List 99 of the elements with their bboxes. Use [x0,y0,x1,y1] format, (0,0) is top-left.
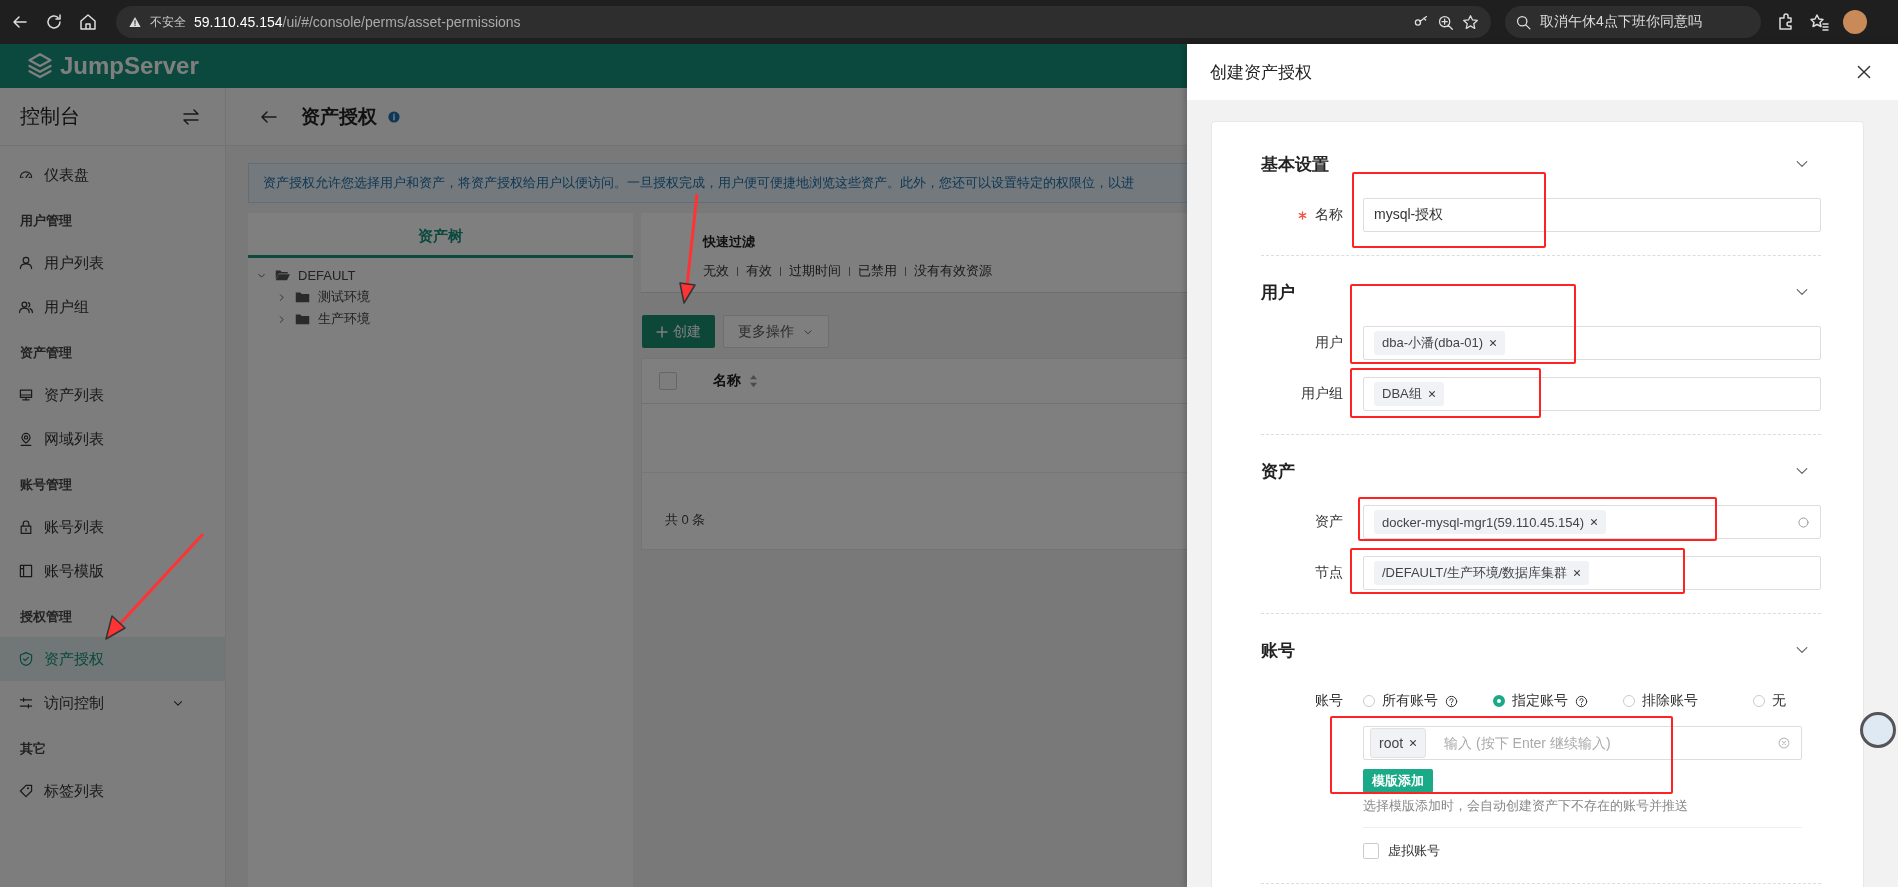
checkbox[interactable] [1363,843,1379,859]
checkbox[interactable] [659,372,677,390]
menu-group-label: 用户管理 [19,212,73,230]
tag-chip[interactable]: dba-小潘(dba-01) [1374,331,1506,355]
profile-avatar[interactable] [1843,10,1867,34]
tag-icon [18,783,34,799]
sidebar-item[interactable]: 资产列表 [0,373,225,417]
drawer-title: 创建资产授权 [1210,61,1312,84]
more-actions-button[interactable]: 更多操作 [723,315,829,348]
section-title: 账号 [1261,639,1295,662]
tag-select-field[interactable]: DBA组 [1363,377,1821,411]
sidebar-item[interactable]: 账号模版 [0,549,225,593]
field-label: 账号 [1315,692,1343,710]
security-label: 不安全 [150,13,186,31]
warning-icon [128,15,142,29]
reload-icon[interactable] [44,12,64,32]
filter-link[interactable]: 有效 [746,262,772,280]
url-text: 59.110.45.154/ui/#/console/perms/asset-permissions [194,14,521,30]
layout-icon [18,563,34,579]
sidebar-item[interactable]: 用户列表 [0,241,225,285]
tree-node[interactable]: 生产环境 [318,310,370,328]
home-icon[interactable] [78,12,98,32]
radio-option[interactable]: 无 [1753,692,1786,710]
tag-select-field[interactable]: docker-mysql-mgr1(59.110.45.154) [1363,505,1821,539]
tree-tab[interactable]: 资产树 [248,213,633,258]
logo-icon [26,52,54,80]
close-icon[interactable] [1856,64,1872,80]
radio-option[interactable]: 排除账号 [1623,692,1753,710]
sidebar-item[interactable]: 仪表盘 [0,153,225,197]
total-count: 共 0 条 [665,511,706,529]
address-bar[interactable]: 不安全 59.110.45.154/ui/#/console/perms/asset-permissions [116,6,1491,38]
star-icon[interactable] [1462,13,1479,31]
menu-group-label: 授权管理 [19,608,73,626]
folder-icon [295,313,310,325]
filter-link[interactable]: 已禁用 [858,262,897,280]
remove-icon[interactable] [1590,518,1599,526]
field-label: 用户 [1315,334,1343,352]
monitor-icon [18,387,34,403]
section-title: 资产 [1261,460,1295,483]
user-icon [18,255,34,271]
radio-option[interactable]: 所有账号 [1363,692,1493,710]
favorites-icon[interactable] [1809,12,1829,32]
users-icon [18,299,34,315]
tag-select-field[interactable]: dba-小潘(dba-01) [1363,326,1821,360]
remove-icon[interactable] [1409,739,1418,747]
account-tag-input[interactable]: root 输入 (按下 Enter 继续输入) [1363,726,1802,760]
filter-link[interactable]: 过期时间 [789,262,841,280]
field-label: 资产 [1315,513,1343,531]
name-input[interactable]: mysql-授权 [1363,198,1821,232]
shield-icon [18,651,34,667]
sidebar-item[interactable]: 标签列表 [0,769,225,813]
filter-link[interactable]: 没有有效资源 [914,262,992,280]
menu-group-label: 资产管理 [19,344,73,362]
sidebar-item[interactable]: 访问控制 [0,681,225,725]
brand-name: JumpServer [60,52,199,80]
help-icon[interactable] [1575,694,1588,708]
tag-select-field[interactable]: /DEFAULT/生产环境/数据库集群 [1363,556,1821,590]
pin-icon [18,431,34,447]
sidebar-title: 控制台 [20,104,80,129]
sidebar-item[interactable]: 用户组 [0,285,225,329]
menu-group-label: 账号管理 [19,476,73,494]
zoom-icon[interactable] [1437,13,1454,31]
create-button[interactable]: 创建 [642,315,715,348]
help-text: 选择模版添加时，会自动创建资产下不存在的账号并推送 [1363,797,1802,828]
swap-icon[interactable] [181,106,201,127]
sliders-icon [18,695,34,711]
browser-search-field[interactable]: 取消午休4点下班你同意吗 [1505,6,1761,38]
lock-icon [18,519,34,535]
remove-icon[interactable] [1573,569,1582,577]
column-header[interactable]: 名称 [713,372,741,390]
info-icon[interactable] [387,109,401,124]
tag-chip[interactable]: docker-mysql-mgr1(59.110.45.154) [1374,510,1607,534]
remove-icon[interactable] [1427,390,1436,398]
required-icon [1298,210,1307,220]
open-folder-icon [275,269,290,281]
field-label: 名称 [1315,206,1343,224]
tag-chip[interactable]: /DEFAULT/生产环境/数据库集群 [1374,561,1590,585]
sidebar-item[interactable]: 网域列表 [0,417,225,461]
checkbox-label: 虚拟账号 [1388,842,1440,860]
tag-chip[interactable]: DBA组 [1374,382,1444,406]
template-add-button[interactable]: 模版添加 [1363,769,1433,793]
menu-group-label: 其它 [19,740,47,758]
modal-backdrop[interactable] [0,44,1187,887]
tree-node[interactable]: DEFAULT [298,267,356,283]
field-label: 用户组 [1301,385,1343,403]
help-icon[interactable] [1445,694,1458,708]
tree-node[interactable]: 测试环境 [318,288,370,306]
remove-icon[interactable] [1489,339,1498,347]
folder-icon [295,291,310,303]
plus-icon [656,325,668,338]
tag-chip[interactable]: root [1370,728,1427,758]
section-title: 用户 [1261,281,1295,304]
sidebar-item[interactable]: 资产授权 [0,637,225,681]
page-title: 资产授权 [301,104,377,129]
filter-title: 快速过滤 [703,233,756,251]
sidebar-item[interactable]: 账号列表 [0,505,225,549]
filter-link[interactable]: 无效 [703,262,729,280]
radio-option[interactable]: 指定账号 [1493,692,1623,710]
field-label: 节点 [1315,564,1343,582]
